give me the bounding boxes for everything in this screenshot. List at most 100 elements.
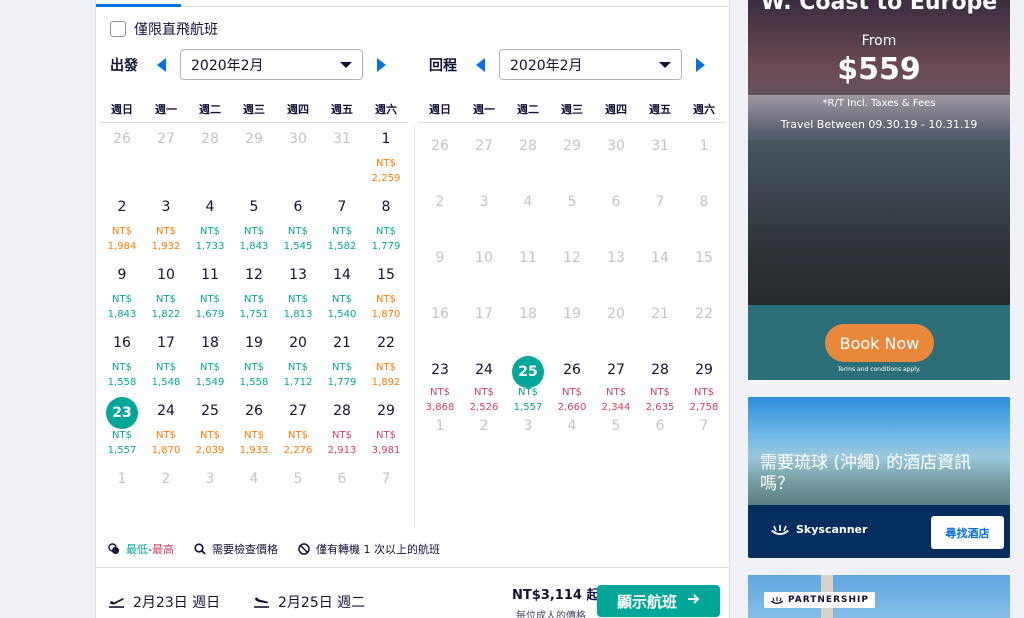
outbound-day-cell[interactable]: 10 NT$ 1,822 [144, 257, 188, 325]
price-amount: 1,582 [327, 241, 357, 252]
outbound-day-cell[interactable]: 26 NT$ 1,933 [232, 393, 276, 461]
outbound-day-cell[interactable]: 29 NT$ 3,981 [364, 393, 408, 461]
return-label: 回程 [429, 57, 457, 74]
outbound-day-cell[interactable]: 14 NT$ 1,540 [320, 257, 364, 325]
price-amount: 1,557 [107, 445, 137, 456]
outbound-day-cell[interactable]: 3 NT$ 1,932 [144, 189, 188, 257]
return-day-cell[interactable]: 2525NT$1,557 [506, 352, 550, 413]
day-number: 29 [563, 138, 581, 154]
price-amount: 1,779 [327, 377, 357, 388]
return-day-cell: 28 [506, 128, 550, 184]
outbound-day-cell[interactable]: 20 NT$ 1,712 [276, 325, 320, 393]
book-now-button[interactable]: Book Now [825, 324, 934, 362]
outbound-day-cell[interactable]: 1 NT$ 2,259 [364, 121, 408, 189]
outbound-day-cell[interactable]: 22 NT$ 1,892 [364, 325, 408, 393]
outbound-day-cell[interactable]: 9 NT$ 1,843 [100, 257, 144, 325]
day-number: 15 [695, 250, 713, 266]
outbound-day-cell[interactable]: 19 NT$ 1,558 [232, 325, 276, 393]
return-day-cell: 21 [638, 296, 682, 352]
price-amount: 1,779 [371, 241, 401, 252]
day-number: 5 [293, 471, 303, 487]
price-currency: NT$ [518, 387, 538, 398]
return-day-cell: 7 [682, 408, 726, 464]
depart-month-select[interactable]: 2020年2月 [180, 49, 363, 80]
outbound-day-cell[interactable]: 17 NT$ 1,548 [144, 325, 188, 393]
outbound-day-cell[interactable]: 24 NT$ 1,870 [144, 393, 188, 461]
price-currency: NT$ [156, 294, 176, 305]
return-day-cell: 17 [462, 296, 506, 352]
return-day-cell[interactable]: 23 NT$ 3,868 [418, 352, 462, 413]
price-amount: 1,540 [327, 309, 357, 320]
return-weekday-row: 週日 週一 週二 週三 週四 週五 週六 [418, 101, 726, 117]
find-hotel-button[interactable]: 尋找酒店 [931, 516, 1004, 549]
outbound-day-cell[interactable]: 21 NT$ 1,779 [320, 325, 364, 393]
day-number: 17 [157, 335, 175, 351]
outbound-day-cell[interactable]: 15 NT$ 1,870 [364, 257, 408, 325]
price-currency: NT$ [244, 294, 264, 305]
outbound-day-cell[interactable]: 12 NT$ 1,751 [232, 257, 276, 325]
return-date-text: 2月25日 週二 [278, 595, 366, 611]
day-number: 26 [431, 138, 449, 154]
hotel-ad-banner[interactable]: 需要琉球 (沖繩) 的酒店資訊嗎？ Skyscanner 尋找酒店 [748, 397, 1010, 558]
price-amount: 1,892 [371, 377, 401, 388]
outbound-day-cell[interactable]: 8 NT$ 1,779 [364, 189, 408, 257]
outbound-day-cell[interactable]: 13 NT$ 1,813 [276, 257, 320, 325]
outbound-day-cell[interactable]: 6 NT$ 1,545 [276, 189, 320, 257]
weekday-label: 週二 [199, 103, 221, 116]
return-next-month-icon[interactable] [690, 57, 710, 72]
outbound-day-cell[interactable]: 27 NT$ 2,276 [276, 393, 320, 461]
day-number: 21 [651, 306, 669, 322]
return-day-cell: 7 [638, 184, 682, 240]
outbound-day-cell: 29 [232, 121, 276, 189]
day-number: 9 [435, 250, 445, 266]
travel-ad-banner[interactable]: W. Coast to Europe From $559 *R/T Incl. … [748, 0, 1010, 380]
price-currency: NT$ [200, 362, 220, 373]
day-number: 20 [289, 335, 307, 351]
depart-next-month-icon[interactable] [371, 57, 391, 72]
price-currency: NT$ [376, 430, 396, 441]
ad-terms: Terms and conditions apply. [837, 366, 921, 373]
arrow-right-icon [687, 593, 700, 609]
outbound-day-cell: 28 [188, 121, 232, 189]
outbound-day-cell[interactable]: 16 NT$ 1,558 [100, 325, 144, 393]
day-number: 8 [699, 194, 709, 210]
day-number: 1 [699, 138, 709, 154]
return-day-cell[interactable]: 28 NT$ 2,635 [638, 352, 682, 413]
outbound-day-cell[interactable]: 18 NT$ 1,549 [188, 325, 232, 393]
outbound-day-cell[interactable]: 4 NT$ 1,733 [188, 189, 232, 257]
direct-only-checkbox[interactable] [110, 21, 126, 37]
price-currency: NT$ [156, 226, 176, 237]
depart-date-text: 2月23日 週日 [133, 595, 221, 611]
return-prev-month-icon[interactable] [471, 57, 491, 72]
weekday-label: 週一 [155, 103, 177, 116]
outbound-day-cell[interactable]: 2323NT$1,557 [100, 393, 144, 461]
return-day-cell[interactable]: 29 NT$ 2,758 [682, 352, 726, 413]
show-flights-button[interactable]: 顯示航班 [597, 585, 720, 617]
return-day-cell: 19 [550, 296, 594, 352]
return-day-cell[interactable]: 27 NT$ 2,344 [594, 352, 638, 413]
outbound-day-cell[interactable]: 7 NT$ 1,582 [320, 189, 364, 257]
day-number: 4 [523, 194, 533, 210]
return-month-header: 回程 2020年2月 [429, 49, 710, 80]
partnership-ad-banner[interactable]: PARTNERSHIP [748, 575, 1010, 618]
per-adult-note: 每位成人的價格 [516, 611, 586, 618]
outbound-day-cell[interactable]: 11 NT$ 1,679 [188, 257, 232, 325]
outbound-day-cell[interactable]: 2 NT$ 1,984 [100, 189, 144, 257]
direct-only-filter[interactable]: 僅限直飛航班 [110, 19, 218, 39]
return-day-cell: 6 [594, 184, 638, 240]
outbound-day-cell[interactable]: 28 NT$ 2,913 [320, 393, 364, 461]
day-number: 13 [607, 250, 625, 266]
depart-prev-month-icon[interactable] [152, 57, 172, 72]
weekday-label: 週日 [111, 103, 133, 116]
outbound-day-cell[interactable]: 5 NT$ 1,843 [232, 189, 276, 257]
plane-takeoff-icon [109, 598, 124, 608]
return-day-cell[interactable]: 24 NT$ 2,526 [462, 352, 506, 413]
return-day-cell: 8 [682, 184, 726, 240]
return-day-cell: 1 [418, 408, 462, 464]
outbound-day-cell[interactable]: 25 NT$ 2,039 [188, 393, 232, 461]
depart-month-value: 2020年2月 [191, 57, 264, 74]
return-day-cell[interactable]: 26 NT$ 2,660 [550, 352, 594, 413]
return-day-cell: 15 [682, 240, 726, 296]
legend-connections-label: 僅有轉機 1 次以上的航班 [315, 543, 440, 556]
return-month-select[interactable]: 2020年2月 [499, 49, 682, 80]
